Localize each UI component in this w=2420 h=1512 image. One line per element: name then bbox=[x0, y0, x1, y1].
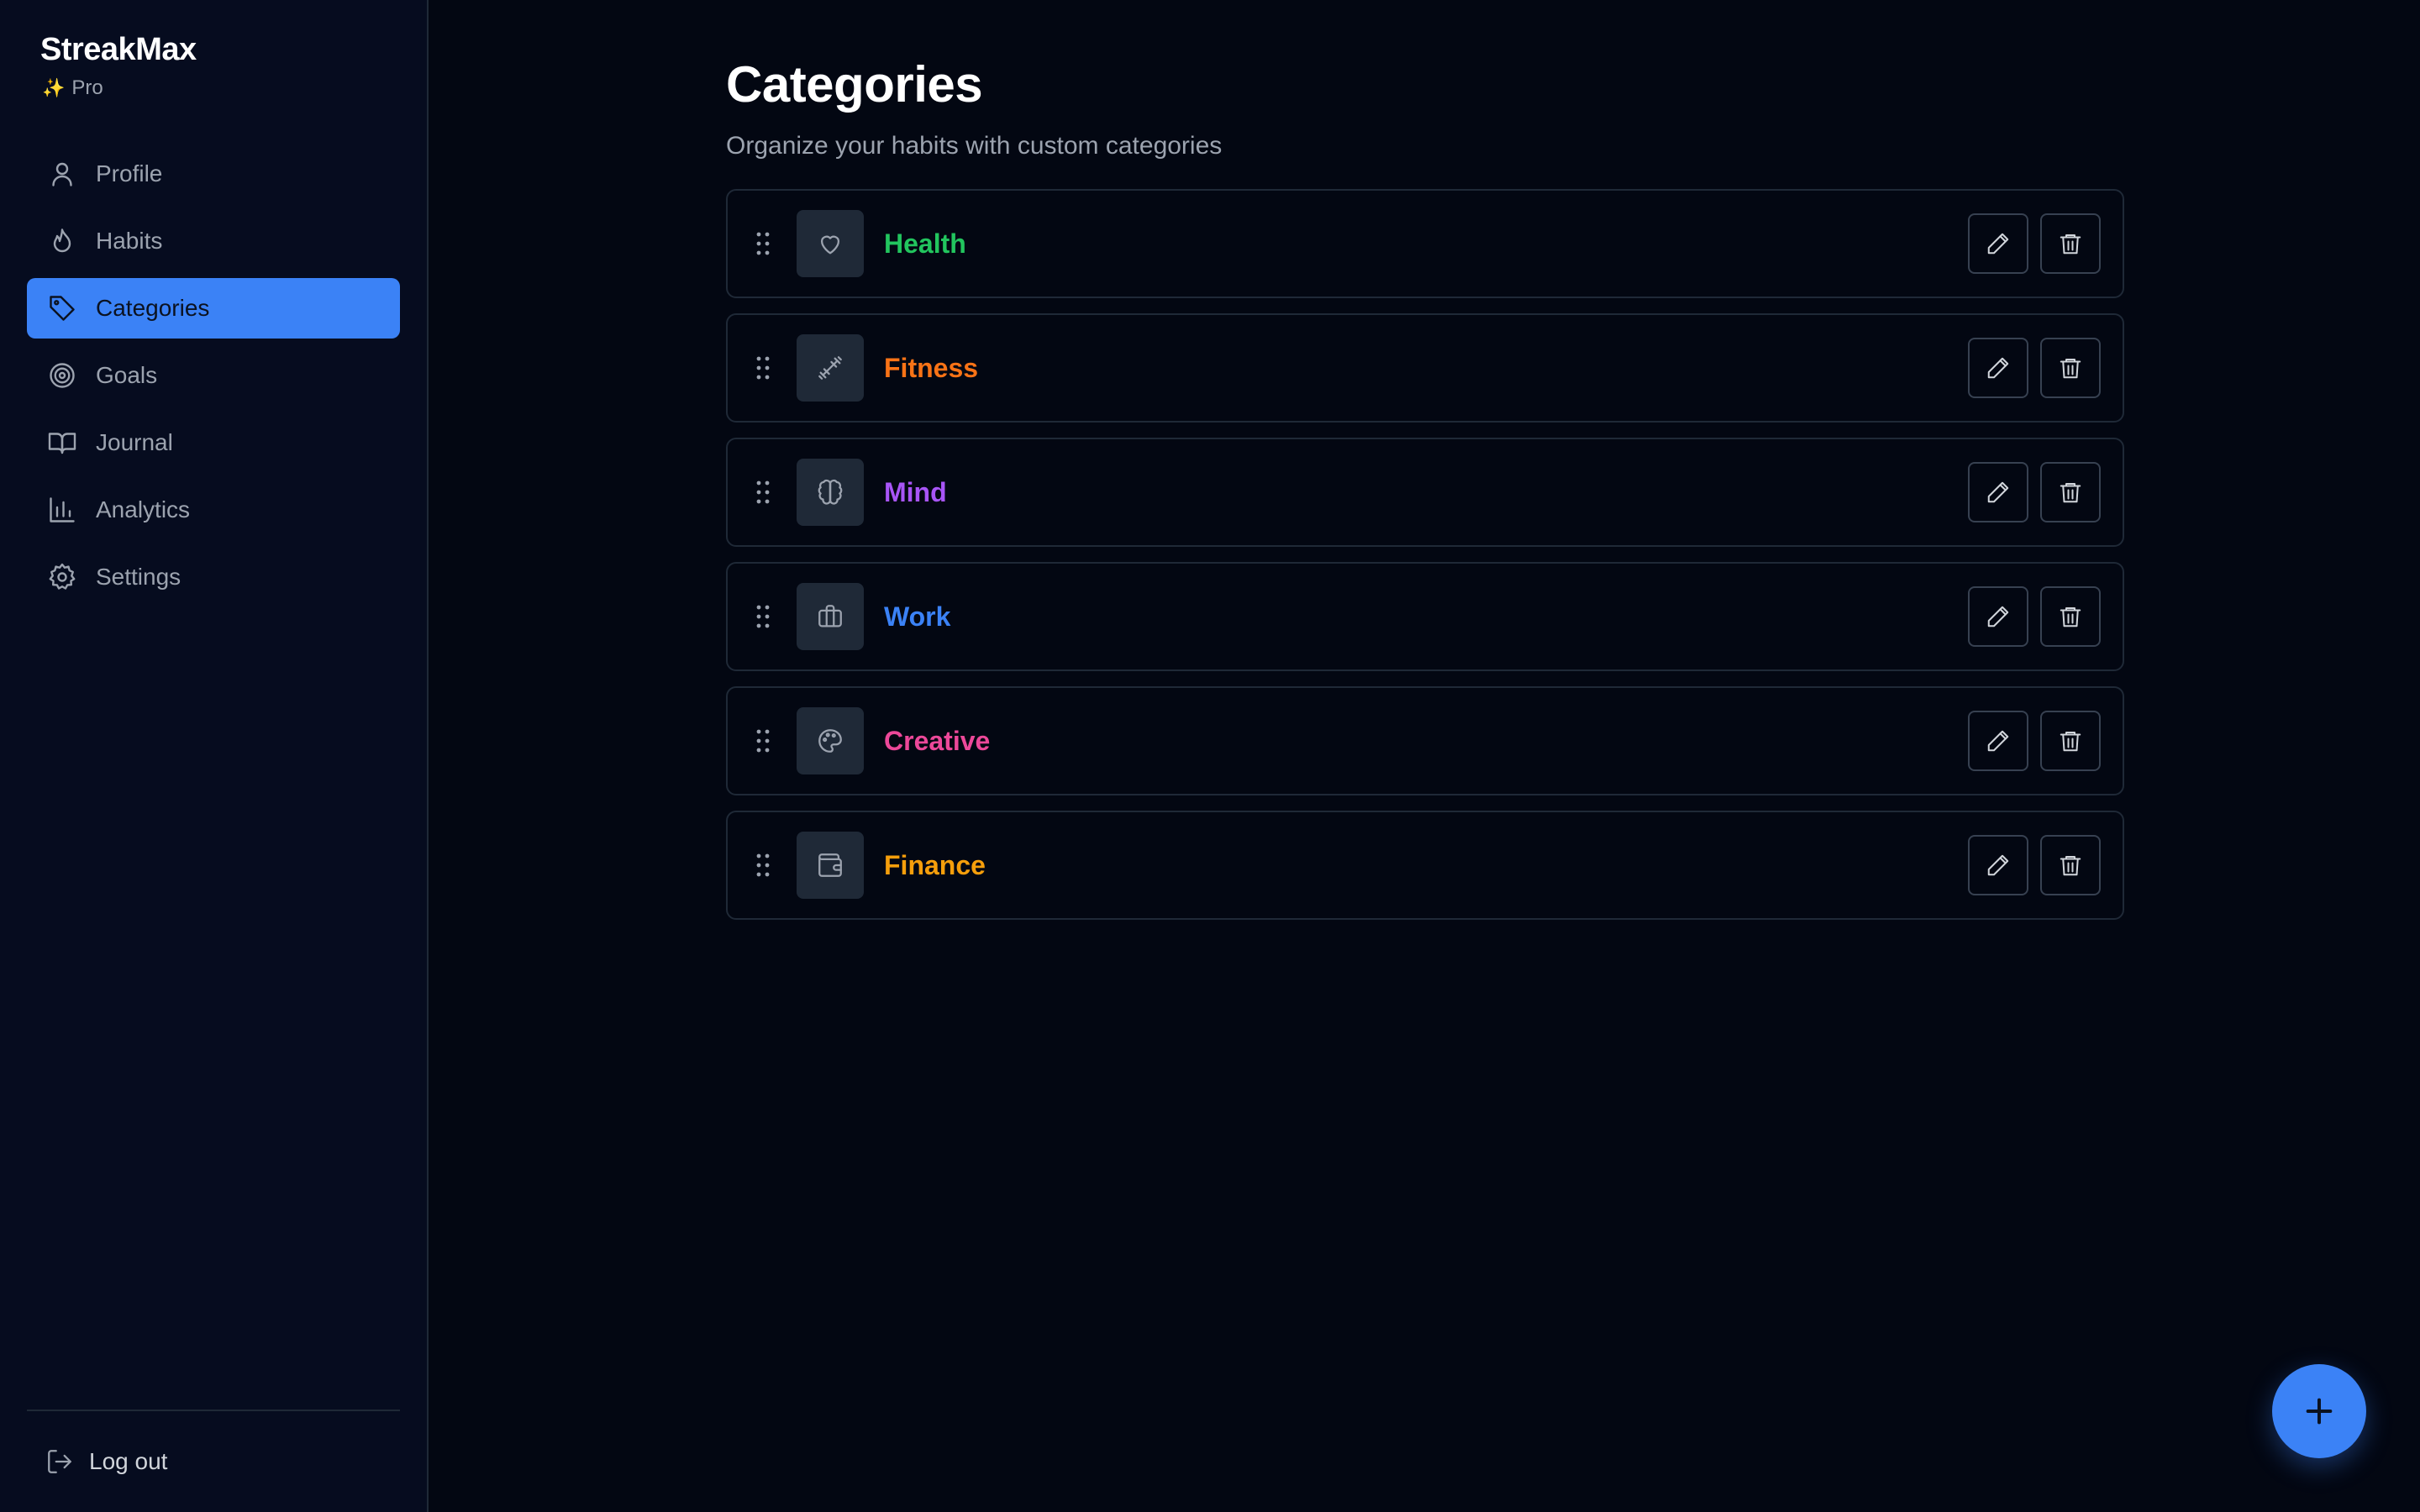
category-row: Work bbox=[726, 562, 2124, 671]
brain-icon bbox=[797, 459, 864, 526]
sidebar-item-categories[interactable]: Categories bbox=[27, 278, 400, 339]
category-name: Fitness bbox=[884, 352, 979, 383]
sidebar-item-label: Settings bbox=[96, 564, 182, 590]
trash-icon bbox=[2060, 234, 2081, 255]
category-row: Fitness bbox=[726, 313, 2124, 423]
logout-icon bbox=[48, 1450, 71, 1473]
sidebar-item-goals[interactable]: Goals bbox=[27, 345, 400, 406]
wallet-icon bbox=[797, 832, 864, 899]
sidebar-item-profile[interactable]: Profile bbox=[27, 144, 400, 204]
page-subtitle: Organize your habits with custom categor… bbox=[726, 132, 1223, 160]
category-name: Creative bbox=[884, 725, 991, 756]
trash-icon bbox=[2060, 732, 2081, 752]
pencil-icon bbox=[1987, 854, 2009, 876]
category-row: Health bbox=[726, 189, 2124, 298]
user-icon bbox=[52, 162, 72, 186]
sidebar-item-analytics[interactable]: Analytics bbox=[27, 480, 400, 540]
sidebar-item-label: Profile bbox=[96, 160, 163, 186]
sidebar-item-label: Journal bbox=[96, 429, 173, 455]
logout-button[interactable]: Log out bbox=[45, 1447, 167, 1476]
row-actions bbox=[1968, 586, 2101, 647]
flame-icon bbox=[53, 228, 71, 253]
bar-chart-icon bbox=[50, 497, 75, 522]
row-actions bbox=[1968, 835, 2101, 895]
pencil-icon bbox=[1987, 606, 2009, 627]
sidebar: StreakMax ✨ Pro Profile Habits Categorie… bbox=[0, 0, 429, 1512]
edit-category-button[interactable] bbox=[1968, 338, 2028, 398]
gear-icon bbox=[49, 563, 76, 590]
drag-handle-icon[interactable] bbox=[751, 475, 775, 509]
plan-badge: ✨ Pro bbox=[27, 76, 400, 100]
sidebar-item-journal[interactable]: Journal bbox=[27, 412, 400, 473]
sidebar-item-label: Habits bbox=[96, 228, 163, 254]
trash-icon bbox=[2060, 856, 2081, 876]
pencil-icon bbox=[1987, 730, 2009, 752]
briefcase-icon bbox=[797, 583, 864, 650]
trash-icon bbox=[2060, 607, 2081, 627]
sidebar-item-habits[interactable]: Habits bbox=[27, 211, 400, 271]
sidebar-item-label: Categories bbox=[96, 295, 210, 321]
dumbbell-icon bbox=[797, 334, 864, 402]
tag-icon bbox=[50, 296, 75, 321]
sidebar-nav: Profile Habits Categories Goals Journal … bbox=[27, 144, 400, 607]
category-name: Finance bbox=[884, 849, 986, 880]
row-actions bbox=[1968, 213, 2101, 274]
pencil-icon bbox=[1987, 481, 2009, 503]
delete-category-button[interactable] bbox=[2040, 338, 2101, 398]
delete-category-button[interactable] bbox=[2040, 835, 2101, 895]
edit-category-button[interactable] bbox=[1968, 213, 2028, 274]
drag-handle-icon[interactable] bbox=[751, 227, 775, 260]
row-actions bbox=[1968, 338, 2101, 398]
trash-icon bbox=[2060, 359, 2081, 379]
edit-category-button[interactable] bbox=[1968, 586, 2028, 647]
page-title: Categories bbox=[726, 56, 983, 113]
sidebar-item-settings[interactable]: Settings bbox=[27, 547, 400, 607]
category-list: Health Fitness Mind Work Creative Financ… bbox=[726, 189, 2124, 920]
drag-handle-icon[interactable] bbox=[751, 351, 775, 385]
category-name: Health bbox=[884, 228, 966, 259]
category-name: Mind bbox=[884, 476, 947, 507]
drag-handle-icon[interactable] bbox=[751, 600, 775, 633]
delete-category-button[interactable] bbox=[2040, 462, 2101, 522]
drag-handle-icon[interactable] bbox=[751, 724, 775, 758]
palette-icon bbox=[797, 707, 864, 774]
category-row: Mind bbox=[726, 438, 2124, 547]
target-icon bbox=[50, 363, 75, 388]
sparkles-icon: ✨ bbox=[42, 77, 66, 98]
book-icon bbox=[48, 433, 76, 454]
edit-category-button[interactable] bbox=[1968, 711, 2028, 771]
drag-handle-icon[interactable] bbox=[751, 848, 775, 882]
delete-category-button[interactable] bbox=[2040, 711, 2101, 771]
heart-icon bbox=[797, 210, 864, 277]
trash-icon bbox=[2060, 483, 2081, 503]
row-actions bbox=[1968, 462, 2101, 522]
plan-label: Pro bbox=[71, 76, 103, 99]
add-category-button[interactable] bbox=[2272, 1364, 2366, 1458]
edit-category-button[interactable] bbox=[1968, 462, 2028, 522]
app-root: StreakMax ✨ Pro Profile Habits Categorie… bbox=[0, 0, 2420, 1512]
category-row: Creative bbox=[726, 686, 2124, 795]
category-name: Work bbox=[884, 601, 951, 632]
row-actions bbox=[1968, 711, 2101, 771]
brand-name: StreakMax bbox=[40, 32, 197, 67]
pencil-icon bbox=[1987, 233, 2009, 255]
delete-category-button[interactable] bbox=[2040, 586, 2101, 647]
logout-label: Log out bbox=[89, 1448, 168, 1474]
sidebar-item-label: Goals bbox=[96, 362, 158, 388]
edit-category-button[interactable] bbox=[1968, 835, 2028, 895]
main-content: Categories Organize your habits with cus… bbox=[429, 0, 2420, 1512]
delete-category-button[interactable] bbox=[2040, 213, 2101, 274]
category-row: Finance bbox=[726, 811, 2124, 920]
sidebar-footer: Log out bbox=[27, 1410, 400, 1512]
pencil-icon bbox=[1987, 357, 2009, 379]
sidebar-item-label: Analytics bbox=[96, 496, 191, 522]
plus-icon bbox=[2306, 1398, 2333, 1425]
